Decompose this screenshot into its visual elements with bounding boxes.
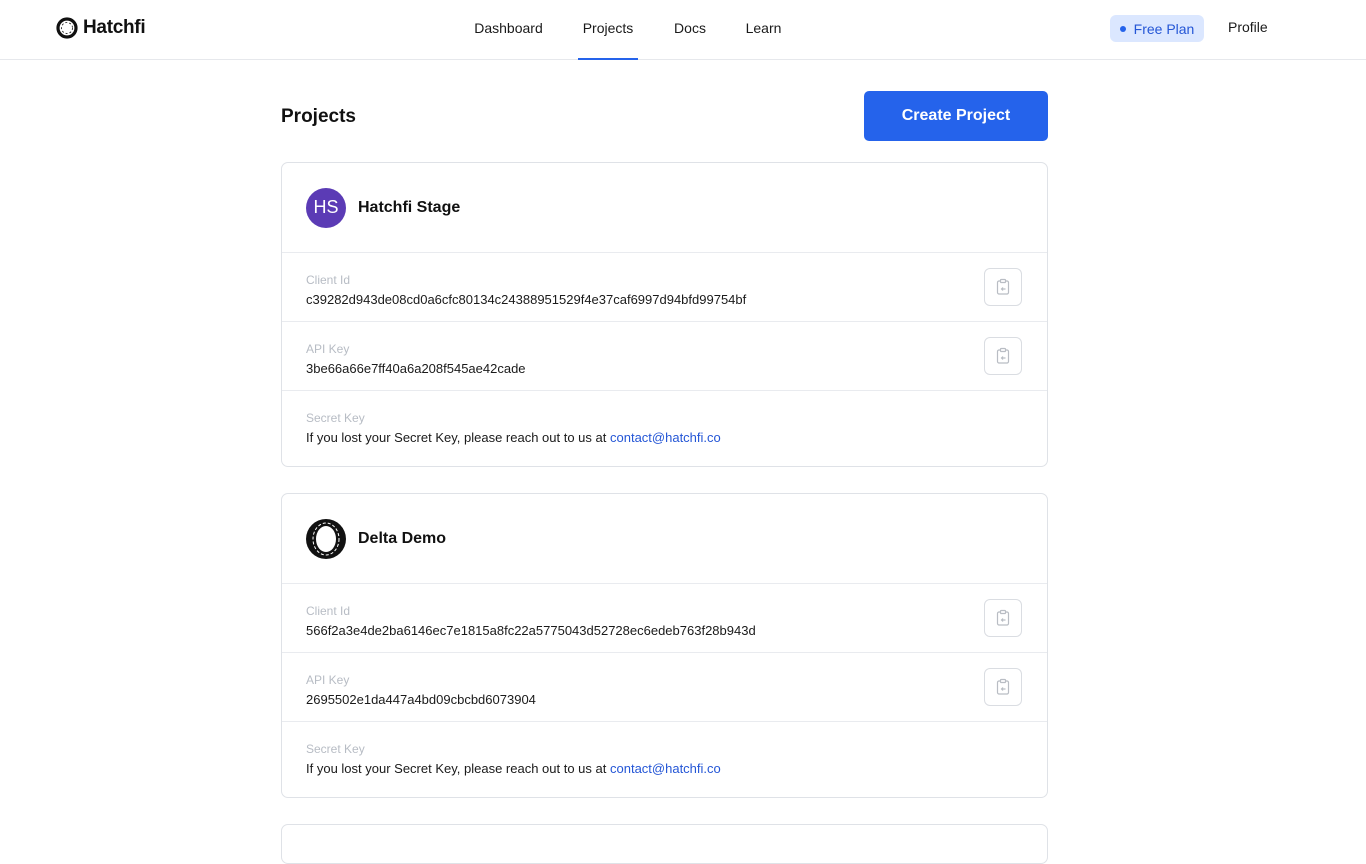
clipboard-copy-icon <box>996 609 1010 626</box>
profile-link[interactable]: Profile <box>1228 19 1268 35</box>
clipboard-copy-icon <box>996 278 1010 295</box>
ring-logo-icon <box>56 17 78 39</box>
avatar <box>306 518 346 559</box>
nav-dashboard[interactable]: Dashboard <box>474 0 543 60</box>
secret-key-text: If you lost your Secret Key, please reac… <box>306 430 607 445</box>
nav-learn[interactable]: Learn <box>745 0 782 60</box>
nav-projects[interactable]: Projects <box>578 0 638 60</box>
api-key-label: API Key <box>306 342 350 356</box>
secret-key-text: If you lost your Secret Key, please reac… <box>306 761 607 776</box>
contact-email-link[interactable]: contact@hatchfi.co <box>610 761 721 776</box>
project-name: Hatchfi Stage <box>358 198 461 216</box>
brand-logo[interactable]: Hatchfi <box>55 15 146 41</box>
project-card: Delta Demo Client Id 566f2a3e4de2ba6146e… <box>281 493 1048 798</box>
page-title: Projects <box>281 106 356 127</box>
top-navigation-bar: Hatchfi Dashboard Projects Docs Learn Fr… <box>0 0 1366 60</box>
client-id-row: Client Id c39282d943de08cd0a6cfc80134c24… <box>282 253 1047 322</box>
client-id-label: Client Id <box>306 273 351 287</box>
client-id-value: 566f2a3e4de2ba6146ec7e1815a8fc22a5775043… <box>306 623 756 638</box>
project-header: HS Hatchfi Stage <box>282 163 1047 253</box>
project-card: HS Hatchfi Stage Client Id c39282d943de0… <box>281 162 1048 467</box>
secret-key-message: If you lost your Secret Key, please reac… <box>306 761 721 776</box>
secret-key-row: Secret Key If you lost your Secret Key, … <box>282 722 1047 797</box>
client-id-label: Client Id <box>306 604 351 618</box>
clipboard-copy-icon <box>996 347 1010 364</box>
api-key-label: API Key <box>306 673 350 687</box>
api-key-row: API Key 3be66a66e7ff40a6a208f545ae42cade <box>282 322 1047 391</box>
project-name: Delta Demo <box>358 529 447 547</box>
copy-api-key-button[interactable] <box>984 337 1022 375</box>
secret-key-label: Secret Key <box>306 411 365 425</box>
secret-key-row: Secret Key If you lost your Secret Key, … <box>282 391 1047 466</box>
ring-logo-icon <box>306 518 346 559</box>
api-key-value: 2695502e1da447a4bd09cbcbd6073904 <box>306 692 536 707</box>
api-key-value: 3be66a66e7ff40a6a208f545ae42cade <box>306 361 526 376</box>
create-project-button[interactable]: Create Project <box>864 91 1048 141</box>
api-key-row: API Key 2695502e1da447a4bd09cbcbd6073904 <box>282 653 1047 722</box>
project-card <box>281 824 1048 864</box>
copy-api-key-button[interactable] <box>984 668 1022 706</box>
status-dot-icon <box>1119 25 1126 32</box>
secret-key-message: If you lost your Secret Key, please reac… <box>306 430 721 445</box>
contact-email-link[interactable]: contact@hatchfi.co <box>610 430 721 445</box>
project-header: Delta Demo <box>282 494 1047 584</box>
copy-client-id-button[interactable] <box>984 268 1022 306</box>
clipboard-copy-icon <box>996 678 1010 695</box>
avatar: HS <box>306 187 346 228</box>
client-id-row: Client Id 566f2a3e4de2ba6146ec7e1815a8fc… <box>282 584 1047 653</box>
secret-key-label: Secret Key <box>306 742 365 756</box>
nav-docs[interactable]: Docs <box>673 0 707 60</box>
client-id-value: c39282d943de08cd0a6cfc80134c24388951529f… <box>306 292 747 307</box>
copy-client-id-button[interactable] <box>984 599 1022 637</box>
brand-name: Hatchfi <box>83 17 146 38</box>
plan-label: Free Plan <box>1133 20 1195 37</box>
free-plan-badge[interactable]: Free Plan <box>1110 15 1204 42</box>
